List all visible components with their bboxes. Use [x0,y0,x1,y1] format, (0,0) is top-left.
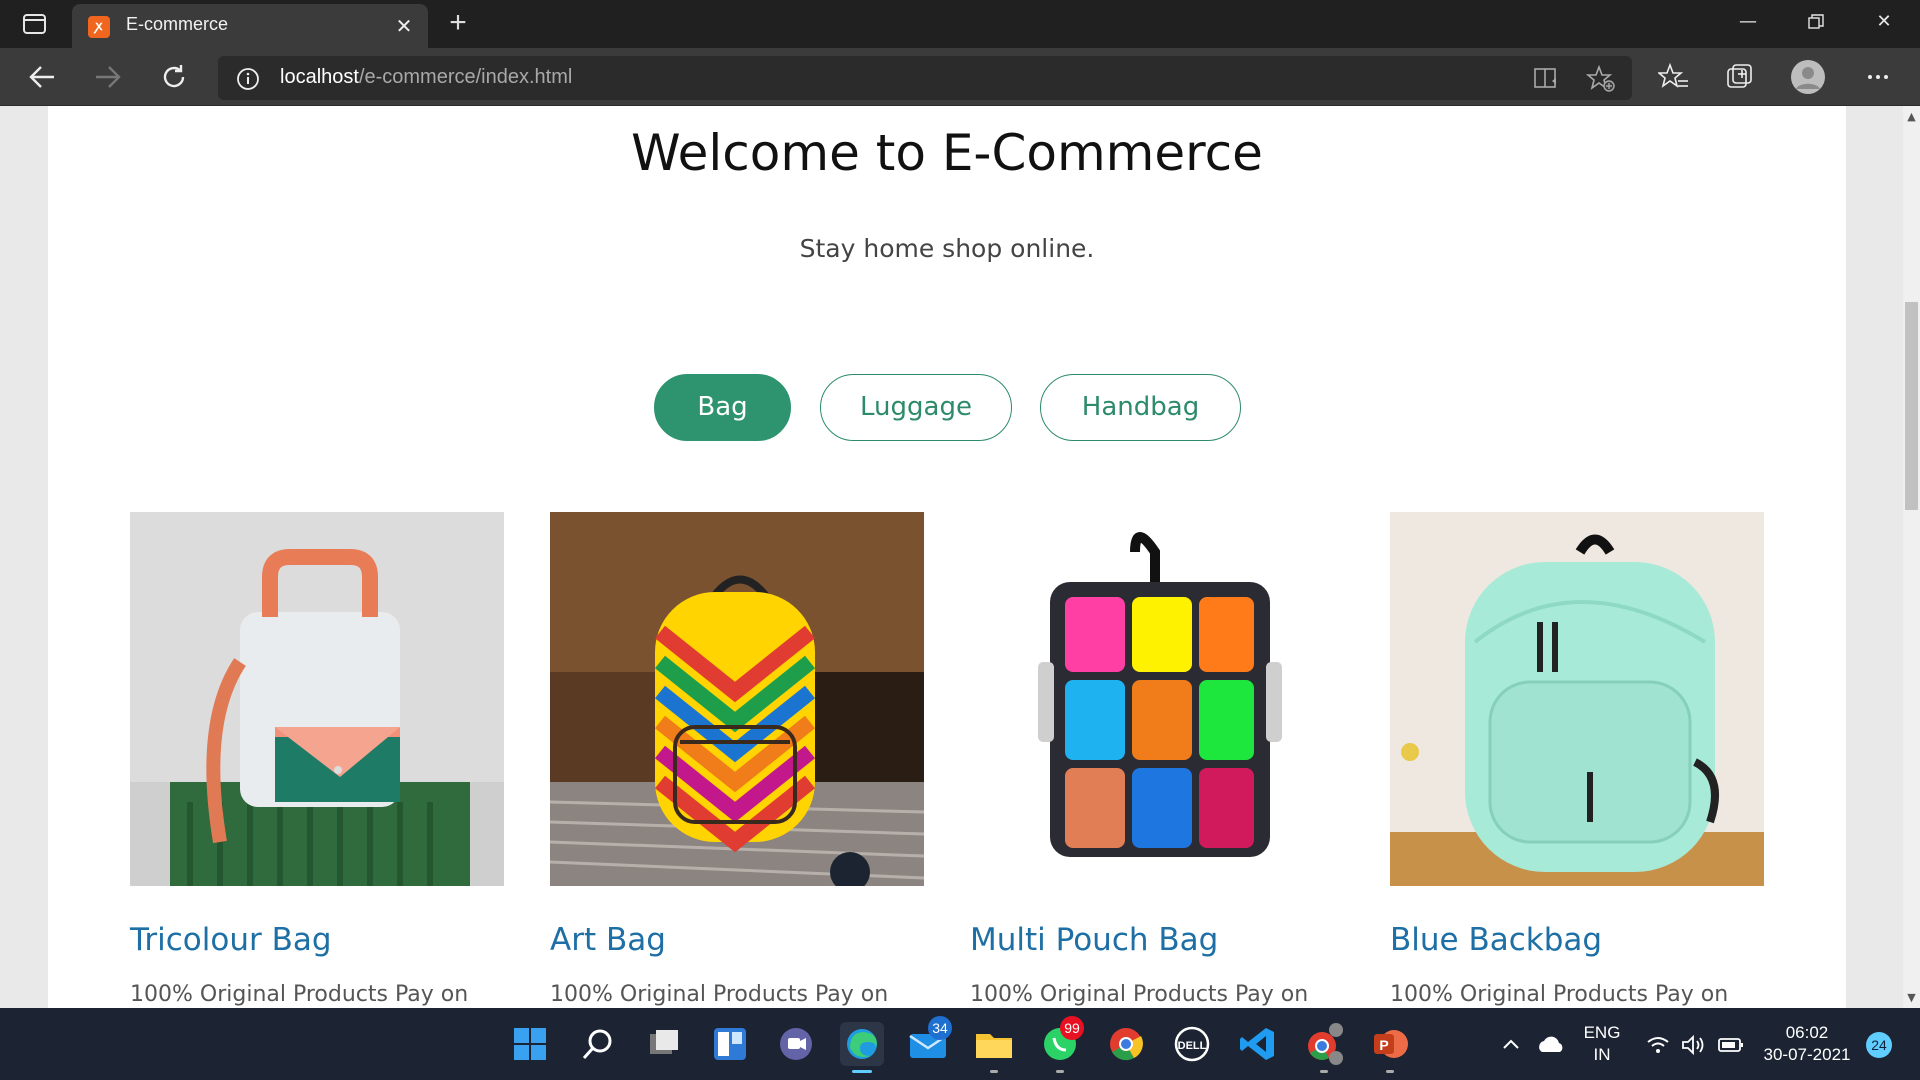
language-code: ENG [1583,1023,1621,1042]
filter-luggage-button[interactable]: Luggage [820,374,1012,441]
volume-icon[interactable] [1680,1034,1706,1056]
svg-text:P: P [1379,1037,1388,1053]
search-icon[interactable] [576,1022,620,1066]
tab-title: E-commerce [126,14,229,34]
refresh-icon[interactable] [156,60,192,94]
powerpoint-icon[interactable]: P [1368,1022,1412,1073]
product-card[interactable]: Tricolour Bag 100% Original Products Pay… [130,512,504,1007]
blue-backbag-image[interactable] [1390,512,1764,886]
clock[interactable]: 06:02 30-07-2021 [1754,1022,1860,1066]
browser-toolbar: localhost/e-commerce/index.html [0,48,1920,106]
scroll-up-arrow-icon[interactable]: ▲ [1903,108,1920,125]
widgets-icon[interactable] [708,1022,752,1066]
start-windows-icon[interactable] [508,1022,552,1066]
forward-arrow-icon[interactable] [90,60,126,94]
url-host: localhost [280,66,359,88]
browser-tab-bar: ꭗ E-commerce ✕ + — ✕ [0,0,1920,48]
notification-count-badge[interactable]: 24 [1866,1032,1892,1058]
edge-browser-icon[interactable] [840,1022,884,1073]
product-title[interactable]: Tricolour Bag [130,922,332,958]
tagline: Stay home shop online. [799,234,1095,263]
favorites-icon[interactable] [1656,61,1690,93]
chrome-profile-icon[interactable] [1302,1022,1346,1073]
product-description: 100% Original Products Pay on [130,982,469,1007]
restore-icon[interactable] [1782,0,1850,44]
file-explorer-icon[interactable] [972,1022,1016,1073]
multi-pouch-bag-image[interactable] [970,512,1344,886]
art-bag-image[interactable] [550,512,924,886]
active-tab[interactable]: ꭗ E-commerce ✕ [72,4,428,48]
reader-view-icon[interactable] [1532,66,1562,92]
whatsapp-icon[interactable]: 99 [1038,1016,1084,1073]
language-indicator[interactable]: ENG IN [1574,1022,1630,1066]
add-favorite-icon[interactable] [1585,64,1616,94]
scroll-thumb[interactable] [1905,302,1918,510]
back-arrow-icon[interactable] [24,60,60,94]
clock-date: 30-07-2021 [1763,1045,1851,1064]
onedrive-cloud-icon[interactable] [1536,1034,1566,1054]
dell-icon[interactable]: DELL [1170,1022,1214,1066]
product-title[interactable]: Multi Pouch Bag [970,922,1218,958]
product-description: 100% Original Products Pay on [550,982,889,1007]
product-description: 100% Original Products Pay on [970,982,1309,1007]
mail-badge: 34 [928,1016,952,1040]
minimize-icon[interactable]: — [1714,0,1782,44]
filter-handbag-button[interactable]: Handbag [1040,374,1241,441]
chevron-up-icon[interactable] [1500,1034,1522,1054]
battery-icon[interactable] [1718,1036,1744,1054]
language-region: IN [1593,1045,1611,1064]
task-view-icon[interactable] [642,1022,686,1066]
vertical-scrollbar[interactable]: ▲ ▼ [1903,106,1920,1008]
vscode-icon[interactable] [1236,1022,1280,1066]
profile-avatar-icon[interactable] [1790,59,1826,95]
xampp-favicon-icon: ꭗ [88,16,110,38]
collections-icon[interactable] [1724,61,1756,93]
site-info-icon[interactable] [236,67,260,91]
page-viewport: Welcome to E-Commerce Stay home shop onl… [0,106,1903,1008]
new-tab-plus-icon[interactable]: + [442,8,474,40]
tricolour-bag-image[interactable] [130,512,504,886]
product-card[interactable]: Blue Backbag 100% Original Products Pay … [1390,512,1764,1007]
svg-text:DELL: DELL [1178,1040,1207,1052]
product-card[interactable]: Art Bag 100% Original Products Pay on [550,512,924,1007]
close-tab-icon[interactable]: ✕ [392,14,416,38]
tab-actions-icon[interactable] [20,11,50,37]
product-title[interactable]: Blue Backbag [1390,922,1602,958]
mail-icon[interactable]: 34 [906,1016,952,1066]
url-text: localhost/e-commerce/index.html [280,66,572,89]
close-window-icon[interactable]: ✕ [1850,0,1918,44]
more-options-icon[interactable] [1862,61,1894,93]
wifi-icon[interactable] [1646,1034,1670,1056]
product-title[interactable]: Art Bag [550,922,666,958]
filter-bag-button[interactable]: Bag [654,374,791,441]
teams-chat-icon[interactable] [774,1022,818,1066]
chrome-icon[interactable] [1104,1022,1148,1066]
product-card[interactable]: Multi Pouch Bag 100% Original Products P… [970,512,1344,1007]
windows-taskbar: 34 99 DELL P ENG IN 06:02 30-07-2021 24 [0,1008,1920,1080]
product-description: 100% Original Products Pay on [1390,982,1729,1007]
page-heading: Welcome to E-Commerce [631,124,1263,182]
page-content: Welcome to E-Commerce Stay home shop onl… [48,106,1846,1008]
clock-time: 06:02 [1785,1023,1829,1042]
whatsapp-badge: 99 [1060,1016,1084,1040]
url-path: /e-commerce/index.html [358,66,573,88]
scroll-down-arrow-icon[interactable]: ▼ [1903,989,1920,1006]
address-bar[interactable]: localhost/e-commerce/index.html [218,56,1632,100]
